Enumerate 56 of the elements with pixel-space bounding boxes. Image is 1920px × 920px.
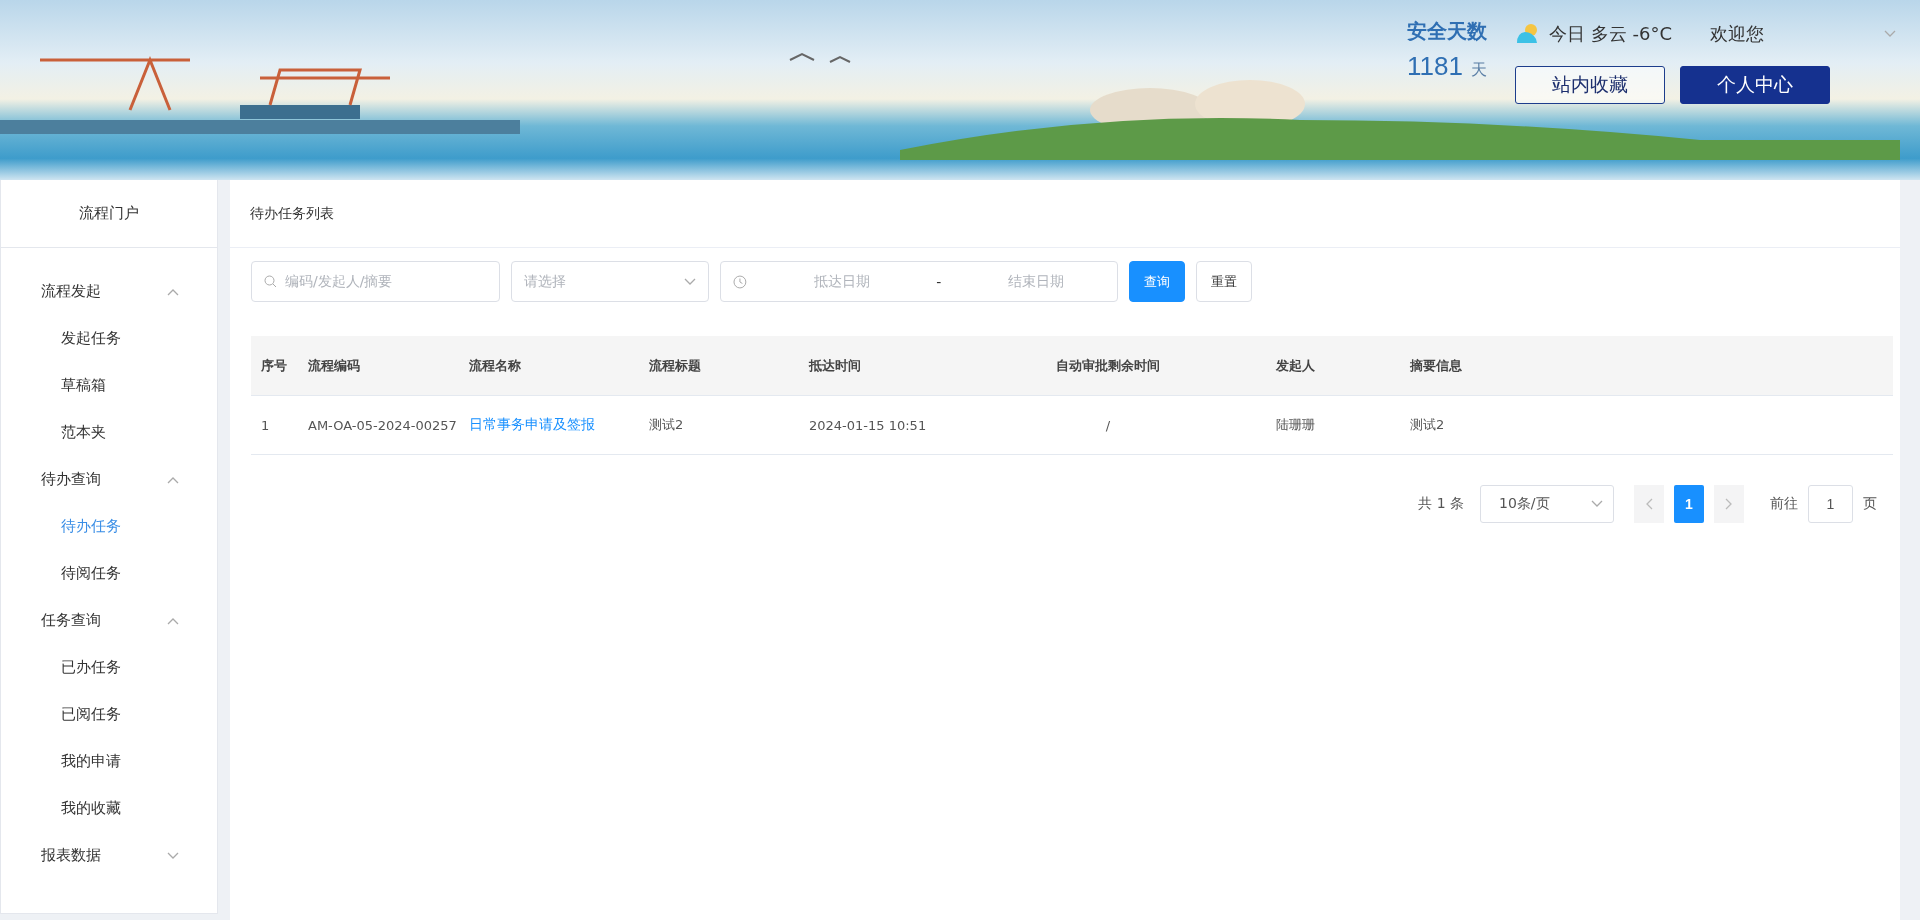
total-count: 共 1 条: [1418, 495, 1464, 513]
table-cell: /: [1105, 417, 1111, 433]
table-cell: 1: [261, 417, 270, 433]
menu-item[interactable]: 草稿箱: [1, 362, 217, 409]
chevron-up-icon: [167, 475, 179, 484]
chevron-up-icon: [167, 616, 179, 625]
chevron-left-icon: [1645, 498, 1653, 510]
column-header: 流程编码: [308, 356, 360, 375]
chevron-down-icon: [1884, 30, 1896, 38]
column-header: 序号: [261, 356, 287, 375]
goto-label: 前往: [1770, 495, 1798, 513]
menu-item[interactable]: 已办任务: [1, 644, 217, 691]
menu-group[interactable]: 报表数据: [1, 832, 217, 879]
table-cell: 测试2: [1410, 416, 1445, 434]
chevron-up-icon: [167, 287, 179, 296]
menu-group[interactable]: 任务查询: [1, 597, 217, 644]
chevron-right-icon: [1725, 498, 1733, 510]
menu-item[interactable]: 发起任务: [1, 315, 217, 362]
column-header: 抵达时间: [809, 356, 861, 375]
menu-item[interactable]: 已阅任务: [1, 691, 217, 738]
sidebar-title: 流程门户: [1, 180, 217, 248]
menu-item[interactable]: 待阅任务: [1, 550, 217, 597]
page-unit: 页: [1863, 495, 1877, 513]
chevron-down-icon: [1591, 500, 1603, 508]
menu-item[interactable]: 范本夹: [1, 409, 217, 456]
table-cell: 2024-01-15 10:51: [809, 417, 927, 433]
column-header: 发起人: [1276, 356, 1315, 375]
chevron-down-icon: [684, 277, 696, 286]
days-unit: 天: [1470, 60, 1487, 81]
safety-days-label: 安全天数: [1407, 18, 1488, 45]
column-header: 摘要信息: [1410, 356, 1462, 375]
table-cell: AM-OA-05-2024-00257: [308, 417, 457, 433]
column-header: 流程标题: [649, 356, 701, 375]
table-cell: 测试2: [649, 416, 684, 434]
chevron-down-icon: [167, 851, 179, 860]
column-header: 流程名称: [469, 356, 521, 375]
goto-page-input[interactable]: 1: [1808, 485, 1853, 523]
menu-item[interactable]: 我的收藏: [1, 785, 217, 832]
menu-group[interactable]: 流程发起: [1, 268, 217, 315]
menu-item[interactable]: 我的申请: [1, 738, 217, 785]
menu-group[interactable]: 待办查询: [1, 456, 217, 503]
reset-button[interactable]: 重置: [1196, 261, 1252, 302]
table-cell: 陆珊珊: [1276, 416, 1315, 434]
page-title: 待办任务列表: [230, 180, 1900, 248]
favorites-button[interactable]: 站内收藏: [1515, 66, 1666, 104]
personal-center-button[interactable]: 个人中心: [1680, 66, 1831, 104]
cloud-sun-icon: [1515, 23, 1540, 45]
search-icon: [264, 275, 277, 288]
welcome-text: 欢迎您: [1710, 22, 1764, 46]
date-range-field[interactable]: 抵达日期 - 结束日期: [720, 261, 1118, 302]
page-size-select[interactable]: 10条/页: [1480, 485, 1614, 523]
menu-item[interactable]: 待办任务: [1, 503, 217, 550]
weather-text: 今日 多云 -6°C: [1549, 22, 1672, 46]
safety-days-count: 1181: [1407, 51, 1463, 82]
clock-icon: [733, 274, 747, 289]
column-header: 自动审批剩余时间: [1056, 356, 1160, 375]
